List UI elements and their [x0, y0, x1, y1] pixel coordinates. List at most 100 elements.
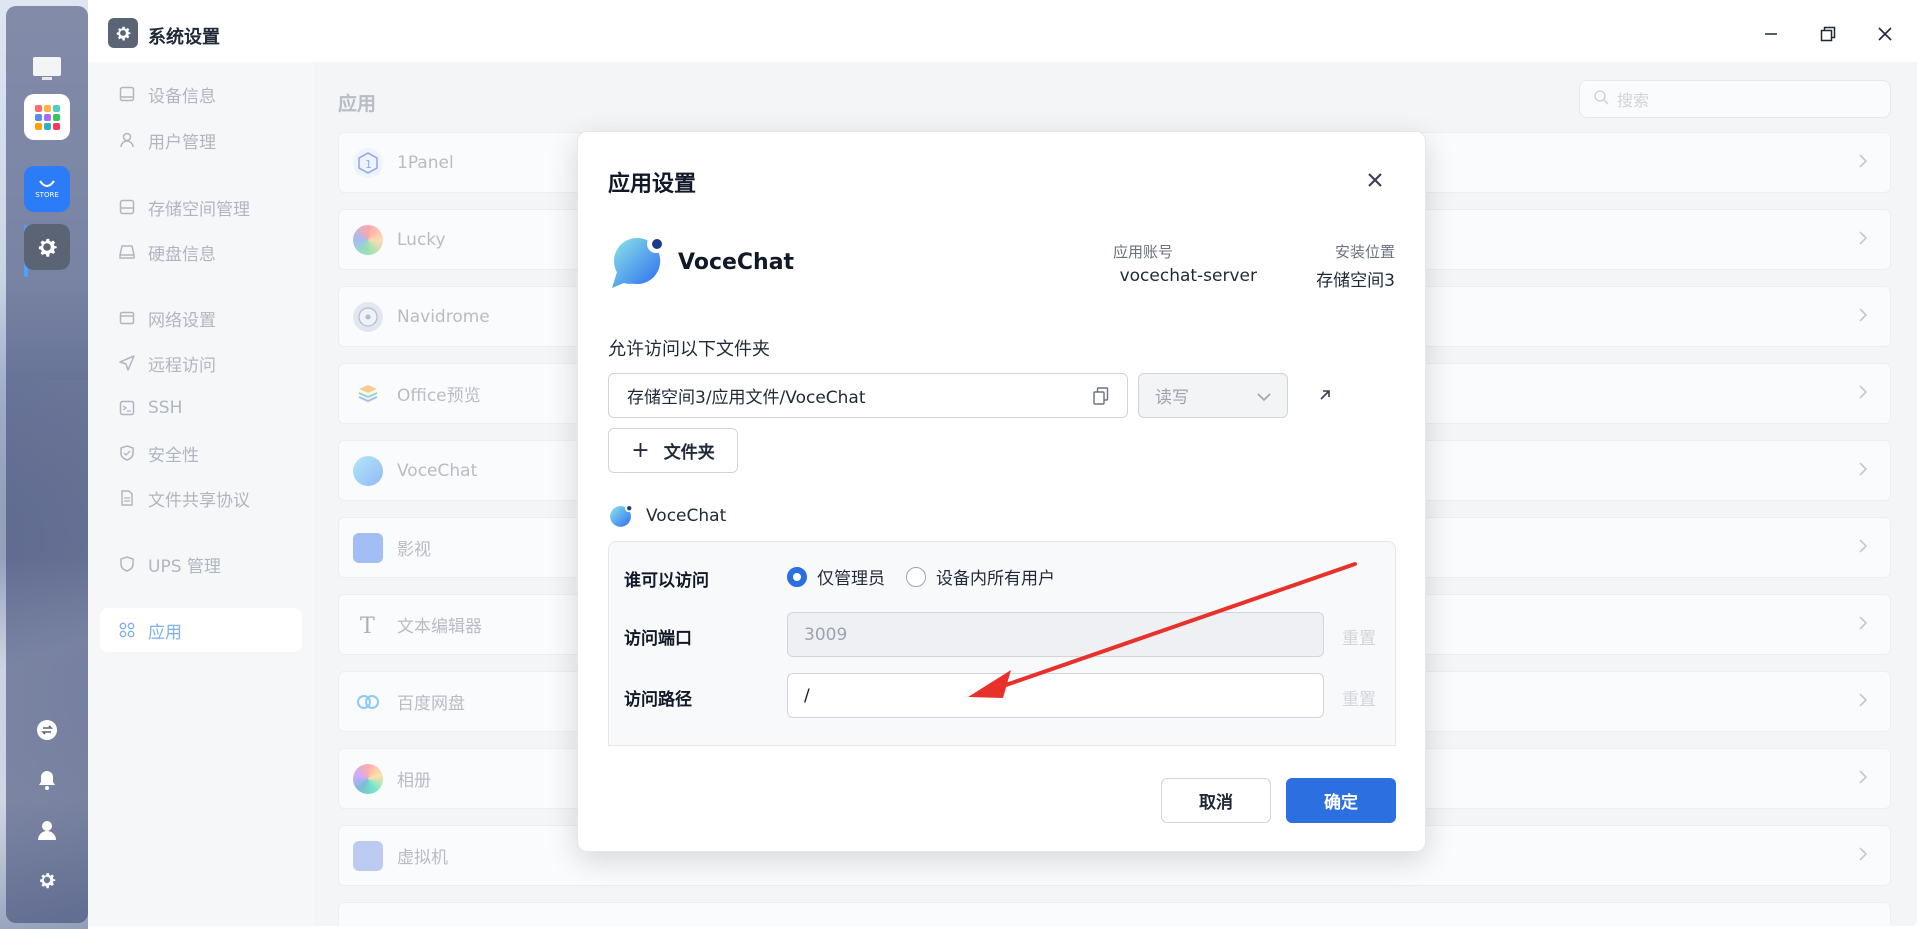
sidebar: 设备信息 用户管理 存储空间管理 硬盘信息 网络设置 远程访问 SSH 安全性 [88, 62, 314, 926]
settings-icon [38, 238, 57, 257]
sidebar-item-ups[interactable]: UPS 管理 [100, 542, 302, 586]
radio-admin-only[interactable]: 仅管理员 [787, 564, 885, 589]
apps-icon [118, 621, 136, 639]
chevron-right-icon [1858, 230, 1868, 251]
app-name: 文本编辑器 [397, 617, 482, 637]
disk-icon [118, 243, 136, 261]
app-name: 相册 [397, 771, 431, 791]
vocechat-small-icon [610, 504, 633, 527]
cancel-button[interactable]: 取消 [1161, 778, 1271, 823]
sidebar-item-label: 安全性 [148, 445, 199, 466]
svg-text:1: 1 [365, 158, 372, 171]
search-icon [1594, 89, 1609, 109]
user-icon [38, 821, 56, 840]
radio-label: 设备内所有用户 [936, 569, 1055, 589]
app-name: Navidrome [397, 306, 490, 327]
sidebar-item-device-info[interactable]: 设备信息 [100, 72, 302, 116]
sidebar-item-user-management[interactable]: 用户管理 [100, 118, 302, 162]
dialog-close-button[interactable] [1363, 168, 1387, 192]
restore-icon [1820, 26, 1836, 42]
1panel-icon: 1 [353, 147, 383, 178]
sidebar-item-label: 设备信息 [148, 86, 216, 107]
app-config-panel: 谁可以访问 仅管理员 设备内所有用户 访问端口 3009 重置 访问路径 / 重… [608, 541, 1396, 746]
app-settings-dialog: 应用设置 VoceChat 应用账号 vocechat-server 安装位置 … [577, 131, 1426, 852]
app-name: 虚拟机 [397, 848, 448, 868]
chevron-right-icon [1858, 307, 1868, 328]
path-value: / [804, 685, 810, 706]
permission-select[interactable]: 读写 [1138, 373, 1288, 418]
dock-store[interactable]: STORE [24, 166, 70, 212]
apps-grid-icon [35, 105, 60, 130]
sidebar-item-ssh[interactable]: SSH [100, 386, 302, 430]
sidebar-item-security[interactable]: 安全性 [100, 431, 302, 475]
close-icon [1878, 27, 1892, 41]
chevron-right-icon [1858, 461, 1868, 482]
chevron-right-icon [1858, 769, 1868, 790]
path-reset-button[interactable]: 重置 [1342, 685, 1376, 710]
plus-icon: + [631, 438, 650, 463]
office-icon [353, 379, 383, 409]
dock-apps[interactable] [24, 94, 70, 140]
account-value: vocechat-server [1119, 266, 1257, 286]
path-label: 访问路径 [624, 690, 692, 710]
sidebar-item-storage[interactable]: 存储空间管理 [100, 185, 302, 229]
sidebar-item-label: 应用 [148, 622, 182, 643]
sidebar-item-label: 存储空间管理 [148, 199, 250, 220]
maximize-button[interactable] [1815, 21, 1841, 47]
radio-checked-icon [787, 566, 807, 587]
add-folder-button[interactable]: + 文件夹 [608, 428, 738, 473]
sidebar-item-disk-info[interactable]: 硬盘信息 [100, 230, 302, 274]
app-name: 百度网盘 [397, 694, 465, 714]
location-value: 存储空间3 [1316, 271, 1395, 291]
sync-icon [37, 720, 57, 740]
dock-sync[interactable] [32, 715, 62, 745]
open-folder-button[interactable] [1313, 383, 1337, 407]
sidebar-item-label: UPS 管理 [148, 556, 221, 577]
location-label: 安装位置 [1334, 243, 1395, 261]
port-reset-button[interactable]: 重置 [1342, 624, 1376, 649]
vm-icon [353, 840, 383, 871]
sidebar-item-apps[interactable]: 应用 [100, 608, 302, 652]
dock-monitor[interactable] [24, 46, 70, 92]
shield-check-icon [118, 444, 136, 462]
sub-app-header: VoceChat [608, 503, 726, 529]
page-title: 应用 [338, 93, 377, 115]
folder-path-field[interactable]: 存储空间3/应用文件/VoceChat [608, 373, 1128, 418]
settings-app-icon [108, 18, 138, 48]
dock-user[interactable] [32, 815, 62, 845]
sidebar-item-label: 网络设置 [148, 310, 216, 331]
close-window-button[interactable] [1872, 21, 1898, 47]
minimize-button[interactable] [1758, 21, 1784, 47]
photos-icon [353, 763, 383, 794]
chevron-right-icon [1858, 153, 1868, 174]
copy-icon[interactable] [1093, 387, 1109, 410]
dock-settings[interactable] [24, 224, 70, 270]
app-name: Lucky [397, 229, 446, 250]
sidebar-item-file-sharing[interactable]: 文件共享协议 [100, 476, 302, 520]
app-name: 影视 [397, 540, 431, 560]
close-icon [1368, 173, 1382, 187]
search-input[interactable]: 搜索 [1579, 80, 1891, 118]
chevron-right-icon [1858, 846, 1868, 867]
folder-path: 存储空间3/应用文件/VoceChat [627, 388, 866, 408]
path-input[interactable]: / [787, 673, 1324, 718]
vocechat-logo-icon [612, 235, 665, 288]
store-label: STORE [35, 191, 59, 199]
dock-notifications[interactable] [32, 765, 62, 795]
app-name: 1Panel [397, 152, 454, 173]
text-editor-icon: T [353, 610, 383, 640]
sidebar-item-network[interactable]: 网络设置 [100, 296, 302, 340]
dock-gear[interactable] [32, 865, 62, 895]
folders-label: 允许访问以下文件夹 [608, 339, 770, 360]
confirm-button[interactable]: 确定 [1286, 778, 1396, 823]
sidebar-item-label: SSH [148, 398, 183, 418]
sidebar-item-remote-access[interactable]: 远程访问 [100, 341, 302, 385]
app-name: VoceChat [397, 460, 478, 481]
port-input: 3009 [787, 612, 1324, 657]
terminal-icon [118, 399, 136, 417]
port-value: 3009 [804, 624, 848, 645]
radio-all-users[interactable]: 设备内所有用户 [906, 564, 1055, 589]
gear-icon [40, 873, 56, 889]
file-icon [118, 489, 136, 507]
app-name: Office预览 [397, 386, 481, 406]
